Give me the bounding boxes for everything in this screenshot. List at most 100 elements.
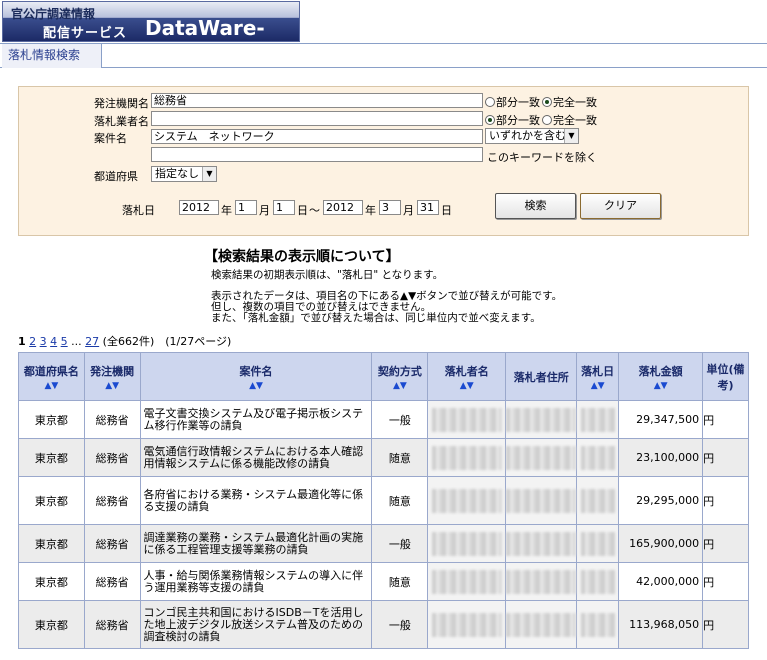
page-current: 1 [18, 335, 26, 348]
pagination: 1 2 3 4 5 ... 27 (全662件) (1/27ページ) [18, 333, 231, 349]
result-summary: (全662件) (1/27ページ) [102, 335, 232, 348]
month-unit: 月 [259, 204, 270, 217]
redacted-block [431, 569, 502, 594]
clear-button[interactable]: クリア [580, 193, 661, 219]
cell-case[interactable]: コンゴ民主共和国におけるISDB－Tを活用した地上波デジタル放送システム普及のた… [139, 600, 373, 649]
page-link[interactable]: 5 [61, 335, 68, 348]
to-day-input[interactable]: 31 [417, 200, 439, 215]
page-link[interactable]: 2 [29, 335, 36, 348]
cell-unit: 円 [702, 438, 749, 477]
cell-case[interactable]: 人事・給与関係業務情報システムの導入に伴う運用業務等支援の請負 [139, 562, 373, 601]
pref-label: 都道府県 [94, 170, 138, 183]
col-header-address: 落札者住所 [505, 352, 578, 401]
cell-unit: 円 [702, 476, 749, 525]
year-unit: 年 [365, 204, 376, 217]
cell-address-redacted [505, 600, 578, 649]
agency-match-exact[interactable]: 完全一致 [542, 94, 597, 110]
bidder-match-exact[interactable]: 完全一致 [542, 112, 597, 128]
cell-pref: 東京都 [18, 476, 85, 525]
from-year-input[interactable]: 2012 [179, 200, 219, 215]
cell-case[interactable]: 調達業務の業務・システム最適化計画の実施に係る工程管理支援等業務の請負 [139, 524, 373, 563]
bidder-match-partial[interactable]: 部分一致 [485, 112, 540, 128]
cell-method: 随意 [371, 562, 429, 601]
exclude-input[interactable] [151, 147, 483, 162]
month-unit: 月 [403, 204, 414, 217]
date-label: 落札日 [122, 204, 155, 217]
to-year-input[interactable]: 2012 [323, 200, 363, 215]
app-header: 官公庁調達情報 配信サービス DataWare-Net [0, 0, 767, 64]
sort-arrows-icon[interactable]: ▲▼ [85, 381, 140, 391]
page-link-last[interactable]: 27 [85, 335, 99, 348]
case-input[interactable]: システム ネットワーク [151, 129, 483, 144]
tab-bar: 落札情報検索 [0, 44, 767, 68]
cell-amount: 113,968,050 [618, 600, 704, 649]
cell-address-redacted [505, 438, 578, 477]
cell-pref: 東京都 [18, 438, 85, 477]
exclude-label: このキーワードを除く [487, 151, 597, 164]
to-month-input[interactable]: 3 [379, 200, 401, 215]
cell-agency: 総務省 [83, 438, 141, 477]
page-link[interactable]: 3 [40, 335, 47, 348]
cell-date-redacted [576, 476, 620, 525]
sort-arrows-icon[interactable]: ▲▼ [428, 381, 505, 391]
from-day-input[interactable]: 1 [273, 200, 295, 215]
cell-date-redacted [576, 400, 620, 439]
cell-bidder-redacted [427, 476, 507, 525]
cell-date-redacted [576, 600, 620, 649]
year-unit: 年 [221, 204, 232, 217]
agency-input[interactable]: 総務省 [151, 93, 483, 108]
col-header-pref: 都道府県名 ▲▼ [18, 352, 85, 401]
cell-agency: 総務省 [83, 400, 141, 439]
sort-arrows-icon[interactable]: ▲▼ [19, 381, 84, 391]
radio-label: 完全一致 [553, 96, 597, 109]
table-row: 東京都 総務省 人事・給与関係業務情報システムの導入に伴う運用業務等支援の請負 随意 4… [18, 562, 749, 601]
col-header-bidder: 落札者名 ▲▼ [427, 352, 507, 401]
cell-address-redacted [505, 476, 578, 525]
radio-label: 部分一致 [496, 96, 540, 109]
pref-select[interactable]: 指定なし ▼ [151, 166, 217, 182]
cell-method: 随意 [371, 438, 429, 477]
redacted-block [506, 407, 577, 432]
from-month-input[interactable]: 1 [235, 200, 257, 215]
redacted-block [431, 488, 502, 513]
agency-label: 発注機関名 [94, 97, 149, 110]
sort-arrows-icon[interactable]: ▲▼ [577, 381, 618, 391]
cell-method: 一般 [371, 600, 429, 649]
page-link[interactable]: 4 [50, 335, 57, 348]
sort-notice-line: 検索結果の初期表示順は、"落札日" となります。 [211, 269, 444, 281]
cell-amount: 42,000,000 [618, 562, 704, 601]
pref-value: 指定なし [155, 167, 199, 180]
redacted-block [506, 569, 577, 594]
cell-case[interactable]: 電気通信行政情報システムにおける本人確認用情報システムに係る機能改修の請負 [139, 438, 373, 477]
case-label: 案件名 [94, 132, 127, 145]
day-unit: 日 [441, 204, 452, 217]
tab-award-search[interactable]: 落札情報検索 [2, 44, 102, 68]
logo-line2: 配信サービス [43, 26, 128, 41]
cell-bidder-redacted [427, 600, 507, 649]
sort-arrows-icon[interactable]: ▲▼ [372, 381, 427, 391]
sort-arrows-icon[interactable]: ▲▼ [619, 381, 702, 391]
chevron-down-icon: ▼ [202, 167, 216, 181]
radio-icon [485, 97, 495, 107]
bidder-input[interactable] [151, 111, 483, 126]
agency-match-partial[interactable]: 部分一致 [485, 94, 540, 110]
case-mode-select[interactable]: いずれかを含む ▼ [485, 128, 579, 144]
cell-case[interactable]: 電子文書交換システム及び電子掲示板システム移行作業等の請負 [139, 400, 373, 439]
sort-notice-line: また、「落札金額」で並び替えた場合は、同じ単位内で並べ変えます。 [211, 312, 541, 324]
chevron-down-icon: ▼ [564, 129, 578, 143]
cell-method: 一般 [371, 400, 429, 439]
cell-address-redacted [505, 562, 578, 601]
col-header-date: 落札日 ▲▼ [576, 352, 620, 401]
search-button[interactable]: 検索 [495, 193, 576, 219]
redacted-block [506, 488, 577, 513]
bidder-label: 落札業者名 [94, 115, 149, 128]
cell-case[interactable]: 各府省における業務・システム最適化等に係る支援の請負 [139, 476, 373, 525]
sort-arrows-icon[interactable]: ▲▼ [141, 381, 372, 391]
cell-pref: 東京都 [18, 600, 85, 649]
logo[interactable]: 官公庁調達情報 配信サービス DataWare-Net [2, 1, 300, 64]
col-header-agency: 発注機関 ▲▼ [83, 352, 141, 401]
cell-method: 一般 [371, 524, 429, 563]
search-form: 発注機関名 総務省 部分一致 完全一致 落札業者名 部分一致 完全一致 案件名 … [18, 86, 749, 236]
radio-icon [542, 115, 552, 125]
cell-amount: 29,347,500 [618, 400, 704, 439]
